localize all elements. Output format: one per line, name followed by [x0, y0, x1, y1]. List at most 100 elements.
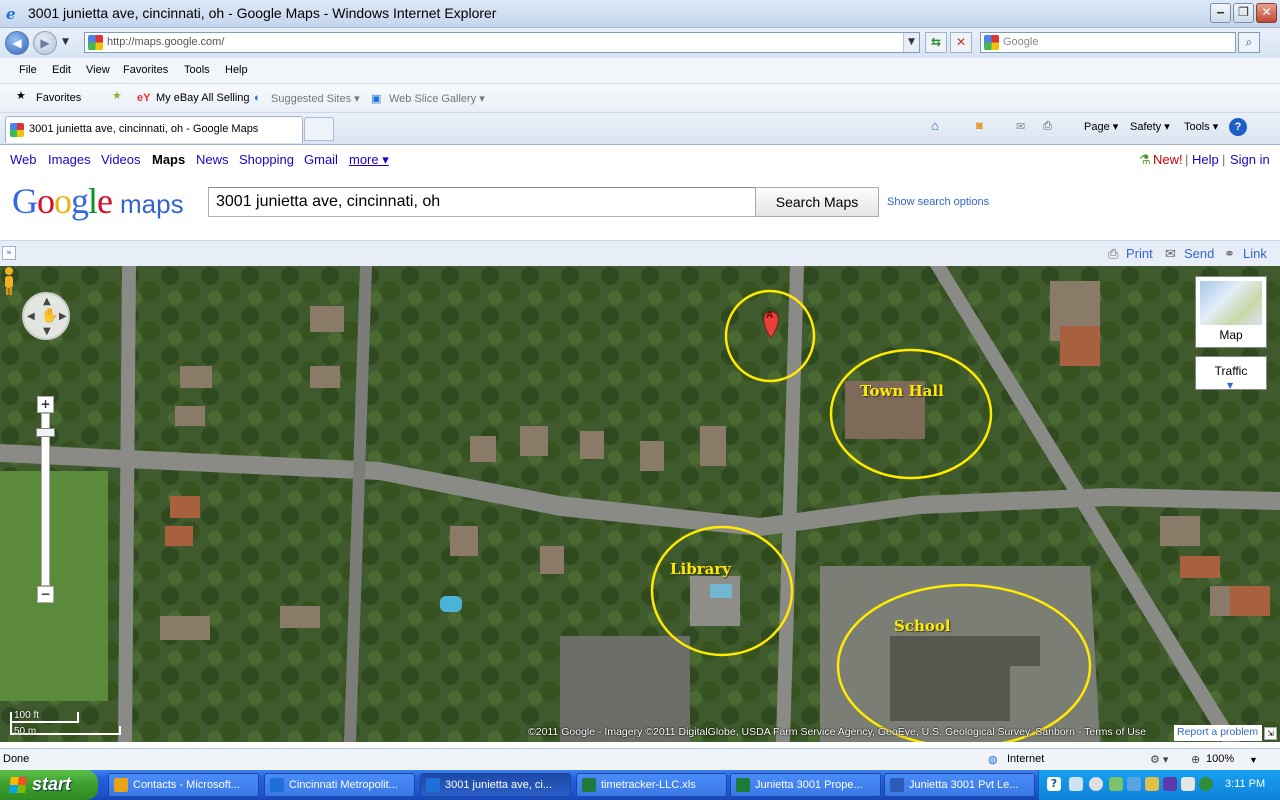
print-link[interactable]: Print — [1126, 246, 1153, 261]
tray-icon[interactable] — [1109, 777, 1123, 791]
map-type-button[interactable]: Map — [1195, 276, 1267, 348]
link-web[interactable]: Web — [10, 152, 37, 167]
safety-menu[interactable]: Safety ▾ — [1130, 120, 1170, 133]
tools-menu[interactable]: Tools ▾ — [1184, 120, 1218, 133]
add-favorite-icon[interactable]: ★ — [112, 89, 122, 102]
logo-letter: o — [37, 181, 55, 221]
tray-icon[interactable] — [1145, 777, 1159, 791]
street-view-pegman-icon[interactable] — [0, 266, 18, 296]
link-link[interactable]: Link — [1243, 246, 1267, 261]
annotation-town-hall: Town Hall — [860, 382, 944, 400]
taskbar-label: Contacts - Microsoft... — [133, 779, 240, 791]
google-maps-logo[interactable]: Google maps — [12, 180, 184, 222]
maps-search-input[interactable]: 3001 junietta ave, cincinnati, oh — [208, 187, 756, 217]
back-arrow-icon[interactable] — [1089, 777, 1103, 791]
zoom-level[interactable]: 100% — [1206, 753, 1234, 765]
close-button[interactable]: ✕ — [1256, 3, 1277, 23]
onenote-icon[interactable] — [1163, 777, 1177, 791]
collapse-panel-icon[interactable]: » — [2, 246, 16, 260]
show-search-options-link[interactable]: Show search options — [887, 196, 989, 208]
separator: | — [1185, 152, 1189, 167]
marker-a-label[interactable]: A — [766, 310, 773, 321]
pan-up-icon[interactable]: ▲ — [43, 296, 51, 307]
favorites-button[interactable]: Favorites — [36, 92, 81, 104]
google-search-icon — [984, 35, 999, 50]
start-button[interactable]: start — [0, 770, 98, 800]
link-shopping[interactable]: Shopping — [239, 152, 294, 167]
forward-button[interactable]: ▶ — [33, 31, 57, 55]
help-tray-icon[interactable]: ? — [1047, 777, 1061, 791]
ebay-link[interactable]: My eBay All Selling — [156, 92, 250, 104]
traffic-button[interactable]: Traffic ▼ — [1195, 356, 1267, 390]
home-icon[interactable]: ⌂ — [931, 118, 939, 133]
address-field[interactable]: http://maps.google.com/ ▼ — [84, 32, 920, 53]
tab-google-maps[interactable]: 3001 junietta ave, cincinnati, oh - Goog… — [5, 116, 303, 143]
browser-search-input[interactable]: Google — [980, 32, 1236, 53]
zoom-slider[interactable] — [41, 413, 50, 586]
link-images[interactable]: Images — [48, 152, 91, 167]
tray-icon[interactable] — [1181, 777, 1195, 791]
page-menu[interactable]: Page ▾ — [1084, 120, 1118, 133]
labs-icon: ⚗ — [1139, 152, 1151, 167]
menu-favorites[interactable]: Favorites — [123, 64, 168, 76]
print-icon[interactable]: ⎙ — [1043, 120, 1052, 133]
link-news[interactable]: News — [196, 152, 229, 167]
zoom-slider-thumb[interactable] — [36, 428, 55, 437]
new-badge[interactable]: New! — [1153, 152, 1183, 167]
new-tab-button[interactable] — [304, 117, 334, 141]
menu-view[interactable]: View — [86, 64, 110, 76]
refresh-button[interactable]: ⇆ — [925, 32, 947, 53]
logo-letter: l — [88, 181, 98, 221]
pan-control[interactable]: ▲ ▼ ◀ ▶ ✋ — [22, 292, 70, 340]
pan-down-icon[interactable]: ▼ — [43, 326, 51, 337]
menu-file[interactable]: File — [19, 64, 37, 76]
web-slice-link[interactable]: Web Slice Gallery ▾ — [389, 92, 485, 105]
pan-right-icon[interactable]: ▶ — [59, 311, 67, 322]
back-button[interactable]: ◀ — [5, 31, 29, 55]
maximize-button[interactable]: ❐ — [1233, 3, 1254, 23]
taskbar-button[interactable]: Junietta 3001 Prope... — [730, 773, 881, 797]
link-maps[interactable]: Maps — [152, 152, 185, 167]
expand-icon[interactable]: ⇲ — [1264, 727, 1277, 740]
search-go-icon[interactable]: ⌕ — [1238, 32, 1260, 53]
taskbar-button[interactable]: Junietta 3001 Pvt Le... — [884, 773, 1035, 797]
menu-tools[interactable]: Tools — [184, 64, 210, 76]
taskbar-button[interactable]: Contacts - Microsoft... — [108, 773, 259, 797]
protected-mode-icon[interactable]: ⚙ ▾ — [1150, 753, 1168, 766]
suggested-sites-link[interactable]: Suggested Sites ▾ — [271, 92, 360, 105]
minimize-button[interactable]: ‒ — [1210, 3, 1231, 23]
tray-icon[interactable] — [1199, 777, 1213, 791]
menu-help[interactable]: Help — [225, 64, 248, 76]
menu-edit[interactable]: Edit — [52, 64, 71, 76]
traffic-label: Traffic — [1214, 364, 1248, 378]
send-link[interactable]: Send — [1184, 246, 1214, 261]
zoom-out-button[interactable]: − — [37, 586, 54, 603]
report-problem-link[interactable]: Report a problem — [1174, 725, 1262, 741]
link-more[interactable]: more ▾ — [349, 152, 389, 168]
feeds-icon[interactable]: ◙ — [976, 120, 983, 132]
tray-icon[interactable] — [1127, 777, 1141, 791]
security-zone[interactable]: Internet — [1007, 753, 1044, 765]
zoom-dropdown-icon[interactable]: ▼ — [1249, 755, 1258, 765]
history-dropdown-icon[interactable]: ▼ — [62, 37, 69, 47]
link-videos[interactable]: Videos — [101, 152, 141, 167]
traffic-dropdown-icon[interactable]: ▼ — [1227, 381, 1233, 390]
link-gmail[interactable]: Gmail — [304, 152, 338, 167]
zoom-in-button[interactable]: + — [37, 396, 54, 413]
address-url: http://maps.google.com/ — [107, 36, 225, 48]
address-dropdown-icon[interactable]: ▼ — [903, 33, 919, 52]
help-icon[interactable]: ? — [1229, 118, 1247, 136]
pan-left-icon[interactable]: ◀ — [27, 311, 35, 322]
stop-button[interactable]: ✕ — [950, 32, 972, 53]
sign-in-link[interactable]: Sign in — [1230, 152, 1270, 167]
taskbar-label: Junietta 3001 Prope... — [755, 779, 863, 791]
mail-icon[interactable]: ✉ — [1016, 120, 1025, 133]
taskbar-button[interactable]: timetracker-LLC.xls — [576, 773, 727, 797]
help-link[interactable]: Help — [1192, 152, 1219, 167]
satellite-map[interactable]: A Town Hall Library School ▲ ▼ ◀ ▶ ✋ + −… — [0, 266, 1280, 742]
tray-icon[interactable] — [1069, 777, 1083, 791]
search-maps-button[interactable]: Search Maps — [755, 187, 879, 217]
taskbar-button[interactable]: Cincinnati Metropolit... — [264, 773, 415, 797]
zoom-icon: ⊕ — [1191, 754, 1201, 766]
taskbar-button-active[interactable]: 3001 junietta ave, ci... — [420, 773, 571, 797]
